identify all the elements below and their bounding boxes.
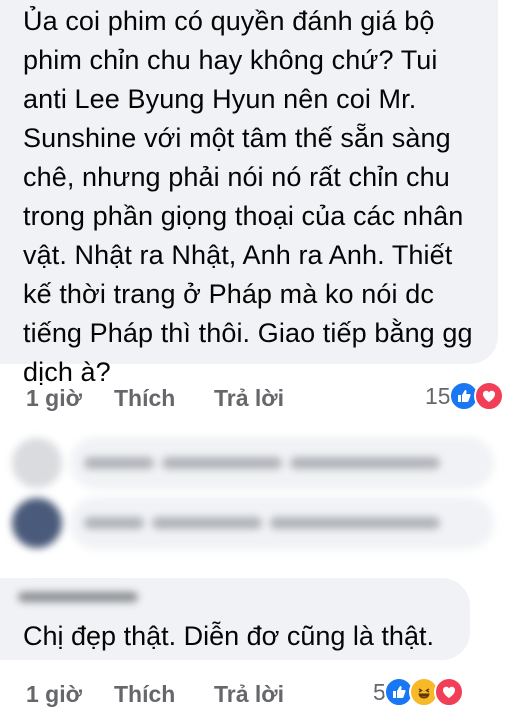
reply-button[interactable]: Trả lời xyxy=(214,385,284,412)
comment-actions: 1 giờ Thích Trả lời xyxy=(26,383,284,413)
comment-line: kế thời trang ở Pháp mà ko nói dc xyxy=(23,279,434,309)
reply-button[interactable]: Trả lời xyxy=(214,681,284,708)
love-reaction-icon xyxy=(473,381,504,411)
comment-line: Sunshine với một tâm thế sẵn sàng xyxy=(23,123,451,153)
comment-text: Ủa coi phim có quyền đánh giá bộ phim ch… xyxy=(23,2,486,392)
comment-line: phim chỉn chu hay không chứ? Tui xyxy=(23,45,438,75)
like-button[interactable]: Thích xyxy=(114,385,214,412)
comment-bubble: Ủa coi phim có quyền đánh giá bộ phim ch… xyxy=(0,0,498,387)
comment-line: Ủa coi phim có quyền đánh giá bộ xyxy=(23,6,435,36)
blurred-reply-content xyxy=(70,497,494,549)
reaction-summary[interactable]: 15 xyxy=(425,381,504,411)
reaction-summary[interactable]: 5 xyxy=(373,677,464,707)
comment-line: tiếng Pháp thì thôi. Giao tiếp bằng gg xyxy=(23,318,473,348)
comment-timestamp[interactable]: 1 giờ xyxy=(26,385,114,412)
commenter-name[interactable] xyxy=(18,592,138,602)
comment-line: vật. Nhật ra Nhật, Anh ra Anh. Thiết xyxy=(23,240,453,270)
blurred-reply xyxy=(12,437,494,489)
blurred-reply-content xyxy=(70,437,494,489)
reaction-count: 15 xyxy=(425,382,451,409)
blurred-reply xyxy=(12,497,494,549)
like-button[interactable]: Thích xyxy=(114,681,214,708)
comment-line: anti Lee Byung Hyun nên coi Mr. xyxy=(23,84,417,114)
comment-text: Chị đẹp thật. Diễn đơ cũng là thật. xyxy=(23,621,434,651)
comment-timestamp[interactable]: 1 giờ xyxy=(26,681,114,708)
avatar xyxy=(12,438,62,488)
comment-line: trong phần giọng thoại của các nhân xyxy=(23,201,464,231)
comment-actions: 1 giờ Thích Trả lời xyxy=(26,679,284,709)
comment-line: chê, nhưng phải nói nó rất chỉn chu xyxy=(23,162,450,192)
comment-bubble: Chị đẹp thật. Diễn đơ cũng là thật. xyxy=(0,578,470,660)
love-reaction-icon xyxy=(433,677,464,707)
avatar xyxy=(12,498,62,548)
